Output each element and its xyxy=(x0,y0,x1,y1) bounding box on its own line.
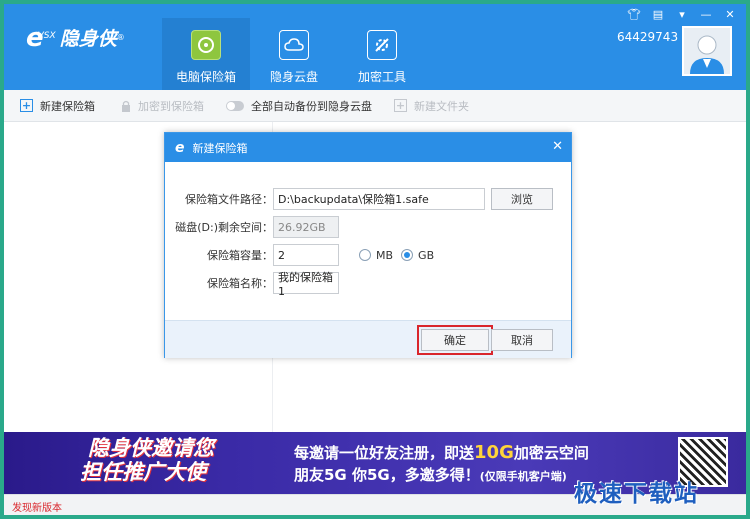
close-icon[interactable]: ✕ xyxy=(718,6,742,22)
cloud-icon xyxy=(279,30,309,60)
auto-backup-toggle[interactable]: 全部自动备份到隐身云盘 xyxy=(226,98,372,114)
unit-gb-radio[interactable]: GB xyxy=(401,249,434,262)
banner-line-2: 朋友5G 你5G，多邀多得！(仅限手机客户端) xyxy=(294,464,567,485)
plus-icon: + xyxy=(20,99,33,112)
disk-space-value: 26.92GB xyxy=(273,216,339,238)
disk-row: 磁盘(D:)剩余空间： 26.92GB xyxy=(165,216,339,238)
radio-mb[interactable] xyxy=(359,249,371,261)
name-row: 保险箱名称： 我的保险箱1 xyxy=(165,271,339,298)
radio-gb[interactable] xyxy=(401,249,414,261)
banner-line-1a: 每邀请一位好友注册，即送 xyxy=(294,444,475,462)
cancel-button[interactable]: 取消 xyxy=(491,329,553,351)
shirt-icon[interactable]: 👕︎ xyxy=(622,6,646,22)
app-logo-icon: e xyxy=(175,139,185,156)
plus-icon: + xyxy=(394,99,407,112)
banner-slogan-line-2: 担任推广大使 xyxy=(80,460,206,484)
disk-space-label: 磁盘(D:)剩余空间： xyxy=(175,221,273,234)
dialog-footer: 确定 取消 xyxy=(165,320,571,358)
nav-tab-label: 加密工具 xyxy=(357,70,406,84)
user-id: 64429743 xyxy=(617,30,679,44)
logo-small-text: VSX xyxy=(37,30,56,41)
unit-mb-label: MB xyxy=(376,248,394,262)
auto-backup-label: 全部自动备份到隐身云盘 xyxy=(251,99,372,113)
nav-tab-encrypt-tools[interactable]: 加密工具 xyxy=(338,18,426,90)
main-nav: 电脑保险箱 隐身云盘 加密工具 xyxy=(162,18,426,90)
ok-button[interactable]: 确定 xyxy=(421,329,489,351)
app-header: e VSX 隐身侠 ® 电脑保险箱 隐身云盘 加密工具 👕︎ ▤ ▾ — ✕ 6… xyxy=(4,4,746,90)
logo-registered: ® xyxy=(116,33,125,42)
banner-line-1: 每邀请一位好友注册，即送10G加密云空间 xyxy=(294,442,589,463)
window-controls: 👕︎ ▤ ▾ — ✕ xyxy=(622,6,742,22)
browse-button[interactable]: 浏览 xyxy=(491,188,553,210)
new-safe-button[interactable]: + 新建保险箱 xyxy=(20,98,95,114)
dropdown-icon[interactable]: ▾ xyxy=(670,6,694,22)
safe-name-label: 保险箱名称： xyxy=(207,277,273,290)
new-folder-label: 新建文件夹 xyxy=(414,99,469,113)
capacity-row: 保险箱容量： 2 MB GB xyxy=(165,244,434,266)
nav-tab-label: 电脑保险箱 xyxy=(175,70,236,84)
banner-line-2a: 朋友5G 你5G，多邀多得！ xyxy=(294,466,480,484)
banner-line-1b: 10G xyxy=(474,442,514,463)
path-row: 保险箱文件路径： D:\backupdata\保险箱1.safe 浏览 xyxy=(165,188,553,210)
toolbar: + 新建保险箱 加密到保险箱 全部自动备份到隐身云盘 + 新建文件夹 xyxy=(4,90,746,122)
path-label: 保险箱文件路径： xyxy=(185,193,273,206)
add-to-safe-button[interactable]: 加密到保险箱 xyxy=(121,98,204,114)
logo-text: 隐身侠 xyxy=(59,28,117,50)
avatar[interactable] xyxy=(682,26,732,76)
new-version-link[interactable]: 发现新版本 xyxy=(12,499,62,514)
path-input[interactable]: D:\backupdata\保险箱1.safe xyxy=(273,188,485,210)
capacity-input[interactable]: 2 xyxy=(273,244,339,266)
safe-name-input[interactable]: 我的保险箱1 xyxy=(273,271,339,298)
toggle-switch[interactable] xyxy=(226,100,244,111)
unit-mb-radio[interactable]: MB xyxy=(359,249,393,262)
nav-tab-pc-safe[interactable]: 电脑保险箱 xyxy=(162,18,250,90)
dialog-title-bar: e 新建保险箱 ✕ xyxy=(165,133,571,162)
unit-gb-label: GB xyxy=(418,248,435,262)
nav-tab-label: 隐身云盘 xyxy=(269,70,318,84)
message-icon[interactable]: ▤ xyxy=(646,6,670,22)
banner-line-2b: (仅限手机客户端) xyxy=(479,470,567,483)
dialog-title: 新建保险箱 xyxy=(192,141,248,155)
new-safe-dialog: e 新建保险箱 ✕ 保险箱文件路径： D:\backupdata\保险箱1.sa… xyxy=(164,132,572,358)
new-safe-label: 新建保险箱 xyxy=(40,99,95,113)
banner-slogan: 隐身侠邀请您 担任推广大使 xyxy=(80,436,214,484)
safe-icon xyxy=(191,30,221,60)
add-to-safe-label: 加密到保险箱 xyxy=(138,99,204,113)
new-folder-button[interactable]: + 新建文件夹 xyxy=(394,98,469,114)
nav-tab-cloud-drive[interactable]: 隐身云盘 xyxy=(250,18,338,90)
close-icon[interactable]: ✕ xyxy=(552,139,563,154)
capacity-label: 保险箱容量： xyxy=(207,249,273,262)
banner-slogan-line-1: 隐身侠邀请您 xyxy=(88,436,214,460)
lock-icon xyxy=(122,100,130,112)
dialog-body: 保险箱文件路径： D:\backupdata\保险箱1.safe 浏览 磁盘(D… xyxy=(165,162,571,320)
tools-icon xyxy=(367,30,397,60)
app-logo: e VSX 隐身侠 ® xyxy=(26,24,125,51)
app-window: e VSX 隐身侠 ® 电脑保险箱 隐身云盘 加密工具 👕︎ ▤ ▾ — ✕ 6… xyxy=(4,4,746,515)
watermark: 极速下载站 xyxy=(574,481,699,507)
banner-line-1c: 加密云空间 xyxy=(513,444,589,462)
minimize-icon[interactable]: — xyxy=(694,6,718,22)
